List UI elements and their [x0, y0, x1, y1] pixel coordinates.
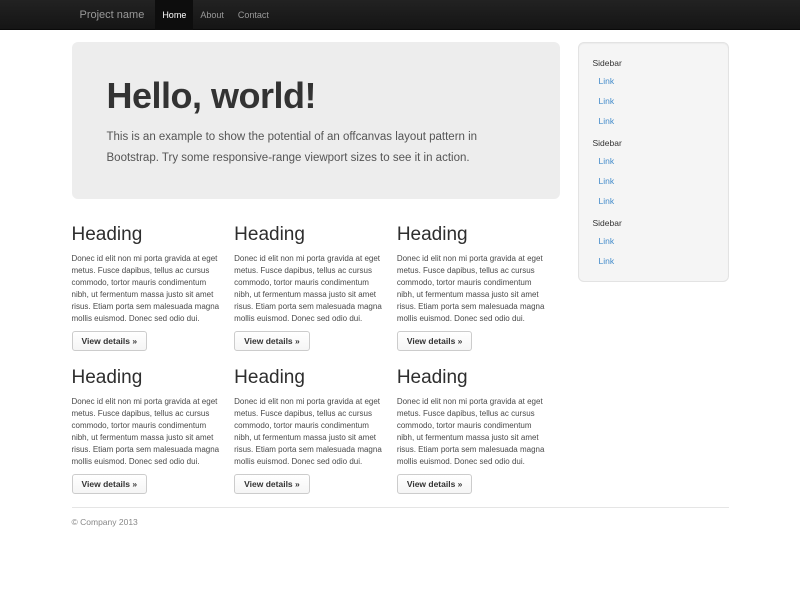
cards-row-1: Heading Donec id elit non mi porta gravid…	[72, 223, 560, 351]
jumbotron: Hello, world! This is an example to show…	[72, 42, 560, 199]
card-heading: Heading	[234, 223, 384, 246]
sidebar-link[interactable]: Link	[579, 91, 728, 111]
card: Heading Donec id elit non mi porta gravid…	[234, 223, 397, 351]
card-heading: Heading	[72, 223, 222, 246]
card-text: Donec id elit non mi porta gravida at eg…	[397, 396, 547, 468]
nav-link-contact[interactable]: Contact	[231, 0, 276, 30]
card-text: Donec id elit non mi porta gravida at eg…	[72, 396, 222, 468]
footer-copyright: © Company 2013	[72, 508, 729, 527]
nav-item-home: Home	[155, 0, 193, 30]
card-heading: Heading	[72, 366, 222, 389]
sidebar-link[interactable]: Link	[579, 191, 728, 211]
card-heading: Heading	[397, 366, 547, 389]
card: Heading Donec id elit non mi porta gravid…	[234, 366, 397, 494]
view-details-button[interactable]: View details »	[234, 474, 310, 494]
card: Heading Donec id elit non mi porta gravid…	[397, 366, 560, 494]
sidebar-heading: Sidebar	[579, 131, 728, 151]
card-heading: Heading	[234, 366, 384, 389]
card: Heading Donec id elit non mi porta gravid…	[397, 223, 560, 351]
sidebar-link[interactable]: Link	[579, 151, 728, 171]
nav-link-about[interactable]: About	[193, 0, 231, 30]
sidebar-link[interactable]: Link	[579, 71, 728, 91]
sidebar-well: SidebarLinkLinkLinkSidebarLinkLinkLinkSi…	[578, 42, 729, 282]
jumbotron-text: This is an example to show the potential…	[107, 127, 507, 169]
main-row: Hello, world! This is an example to show…	[72, 42, 729, 494]
view-details-button[interactable]: View details »	[72, 331, 148, 351]
view-details-button[interactable]: View details »	[234, 331, 310, 351]
sidebar-heading: Sidebar	[579, 51, 728, 71]
sidebar-link[interactable]: Link	[579, 111, 728, 131]
card: Heading Donec id elit non mi porta gravid…	[72, 223, 235, 351]
navbar-brand[interactable]: Project name	[72, 0, 153, 30]
card-text: Donec id elit non mi porta gravida at eg…	[72, 253, 222, 325]
card: Heading Donec id elit non mi porta gravid…	[72, 366, 235, 494]
sidebar-heading: Sidebar	[579, 211, 728, 231]
card-heading: Heading	[397, 223, 547, 246]
sidebar-link[interactable]: Link	[579, 171, 728, 191]
nav-link-home[interactable]: Home	[155, 0, 193, 30]
view-details-button[interactable]: View details »	[72, 474, 148, 494]
navbar: Project name HomeAboutContact	[0, 0, 800, 30]
sidebar-link[interactable]: Link	[579, 231, 728, 251]
card-text: Donec id elit non mi porta gravida at eg…	[234, 253, 384, 325]
card-text: Donec id elit non mi porta gravida at eg…	[397, 253, 547, 325]
jumbotron-title: Hello, world!	[107, 75, 525, 117]
view-details-button[interactable]: View details »	[397, 474, 473, 494]
sidebar-link[interactable]: Link	[579, 251, 728, 271]
nav-item-about: About	[193, 0, 231, 30]
card-text: Donec id elit non mi porta gravida at eg…	[234, 396, 384, 468]
view-details-button[interactable]: View details »	[397, 331, 473, 351]
navbar-nav: HomeAboutContact	[155, 0, 276, 30]
sidebar: SidebarLinkLinkLinkSidebarLinkLinkLinkSi…	[578, 42, 729, 494]
nav-item-contact: Contact	[231, 0, 276, 30]
footer: © Company 2013	[72, 507, 729, 527]
main-content: Hello, world! This is an example to show…	[72, 42, 560, 494]
cards-area: Heading Donec id elit non mi porta gravid…	[72, 223, 560, 494]
cards-row-2: Heading Donec id elit non mi porta gravid…	[72, 366, 560, 494]
